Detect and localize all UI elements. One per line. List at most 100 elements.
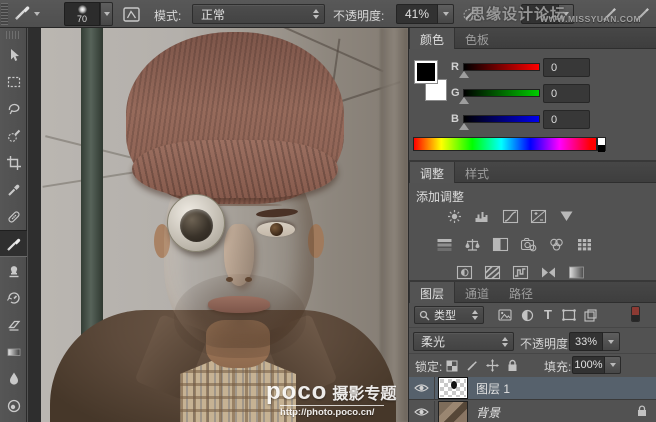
tool-lasso[interactable] [0,95,27,122]
opacity-dropdown-button[interactable] [438,4,454,24]
filter-smart-object-button[interactable] [581,307,599,323]
filter-toggle-switch[interactable] [631,306,640,322]
tool-eraser[interactable] [0,311,27,338]
pressure-size-button[interactable] [631,3,655,25]
brush-preset-preview[interactable]: 70 [64,2,100,26]
brush-tool-icon [6,236,22,252]
blue-slider[interactable] [463,115,540,123]
blue-channel-row: B 0 [409,110,656,130]
blend-mode-select[interactable]: 正常 [192,4,325,24]
document-canvas[interactable]: poco 摄影专题 http://photo.poco.cn/ [28,28,408,422]
tool-history-brush[interactable] [0,284,27,311]
tool-gradient[interactable] [0,338,27,365]
exposure-icon[interactable] [530,209,547,224]
color-lookup-icon[interactable] [576,237,593,252]
channel-mixer-icon[interactable] [548,237,565,252]
curves-icon[interactable] [502,209,519,224]
tool-crop[interactable] [0,149,27,176]
green-slider-thumb[interactable] [459,97,469,104]
filter-type-layers-button[interactable]: T [539,306,557,322]
history-brush-tool-icon [6,290,22,306]
layer-name[interactable]: 背景 [476,404,500,421]
layer-opacity-dropdown[interactable] [603,332,620,351]
blue-slider-thumb[interactable] [459,123,469,130]
vibrance-icon[interactable] [558,209,575,224]
brush-icon [13,3,32,25]
tool-move[interactable] [0,41,27,68]
green-slider[interactable] [463,89,540,97]
brush-tool-preset-button[interactable] [10,3,43,25]
toolbox-grip[interactable] [6,31,21,39]
lock-position-button[interactable] [484,358,500,373]
red-slider-thumb[interactable] [459,71,469,78]
layer-name[interactable]: 图层 1 [476,380,510,397]
tool-spot-healing[interactable] [0,203,27,230]
brightness-contrast-icon[interactable] [446,209,463,224]
tab-channels[interactable]: 通道 [455,282,499,303]
layer-fill-box[interactable]: 100% [572,356,605,374]
tab-adjustments[interactable]: 调整 [409,162,455,183]
layer-blend-mode-select[interactable]: 柔光 [413,332,514,351]
tab-swatches[interactable]: 色板 [455,28,499,49]
posterize-icon[interactable] [484,265,501,280]
opacity-value-box[interactable]: 41% [396,4,438,24]
layer-fill-dropdown[interactable] [605,356,621,374]
gradient-map-icon[interactable] [540,265,557,280]
tool-rectangular-marquee[interactable] [0,68,27,95]
tool-brush[interactable] [0,230,27,257]
tool-blur[interactable] [0,365,27,392]
eyedropper-tool-icon [6,182,22,198]
tool-dodge[interactable] [0,392,27,419]
color-balance-icon[interactable] [464,237,481,252]
green-value-box[interactable]: 0 [543,84,590,103]
visibility-toggle[interactable] [409,377,435,399]
photo-filter-icon[interactable] [520,237,537,252]
layer-thumbnail[interactable] [439,402,467,422]
filter-adjustment-layers-button[interactable] [518,307,536,323]
lock-pixels-button[interactable] [464,358,480,373]
airbrush-toggle-button[interactable] [459,3,483,25]
tool-clone-stamp[interactable] [0,257,27,284]
invert-icon[interactable] [456,265,473,280]
spectrum-bw-swatches[interactable] [597,137,606,151]
flow-value-box[interactable] [521,4,559,24]
tool-eyedropper[interactable] [0,176,27,203]
layer-row-background[interactable]: 背景 [409,401,656,422]
filter-pixel-layers-button[interactable] [496,307,514,323]
lock-all-button[interactable] [504,358,520,373]
hue-saturation-icon[interactable] [436,237,453,252]
black-white-icon[interactable] [492,237,509,252]
tab-layers[interactable]: 图层 [409,282,455,303]
fill-label: 填充: [544,358,571,375]
options-bar-grip[interactable] [1,3,8,25]
filter-shape-layers-button[interactable] [560,307,578,323]
brush-preset-dropdown-button[interactable] [100,2,113,26]
tab-color[interactable]: 颜色 [409,28,455,49]
color-spectrum-ramp[interactable] [413,137,597,151]
layer-opacity-box[interactable]: 33% [569,332,603,351]
layer-filter-value: 类型 [434,307,456,323]
threshold-icon[interactable] [512,265,529,280]
visibility-toggle[interactable] [409,401,435,422]
tab-paths[interactable]: 路径 [499,282,543,303]
lock-transparency-button[interactable] [444,358,460,373]
flow-dropdown-button[interactable] [559,4,574,24]
image-icon [498,309,512,321]
toggle-brush-panel-button[interactable] [119,3,144,25]
layer-filter-select[interactable]: 类型 [414,306,484,324]
red-value-box[interactable]: 0 [543,58,590,77]
blue-value-box[interactable]: 0 [543,110,590,129]
red-slider[interactable] [463,63,540,71]
background-lock-icon [637,405,647,420]
tool-quick-selection[interactable] [0,122,27,149]
layer-thumbnail[interactable] [439,378,467,398]
color-panel: 颜色 色板 R 0 G 0 B [409,28,656,160]
tab-styles[interactable]: 样式 [455,162,499,183]
selective-color-icon[interactable] [568,265,585,280]
blend-mode-label: 模式: [154,7,181,24]
pressure-opacity-button[interactable] [598,3,622,25]
levels-icon[interactable] [474,209,491,224]
photoshop-window: 70 模式: 正常 不透明度: 41% 思缘设计论坛 WWW.MIS [0,0,656,422]
smart-object-icon [584,309,597,322]
layer-row-layer1[interactable]: 图层 1 [409,377,656,400]
